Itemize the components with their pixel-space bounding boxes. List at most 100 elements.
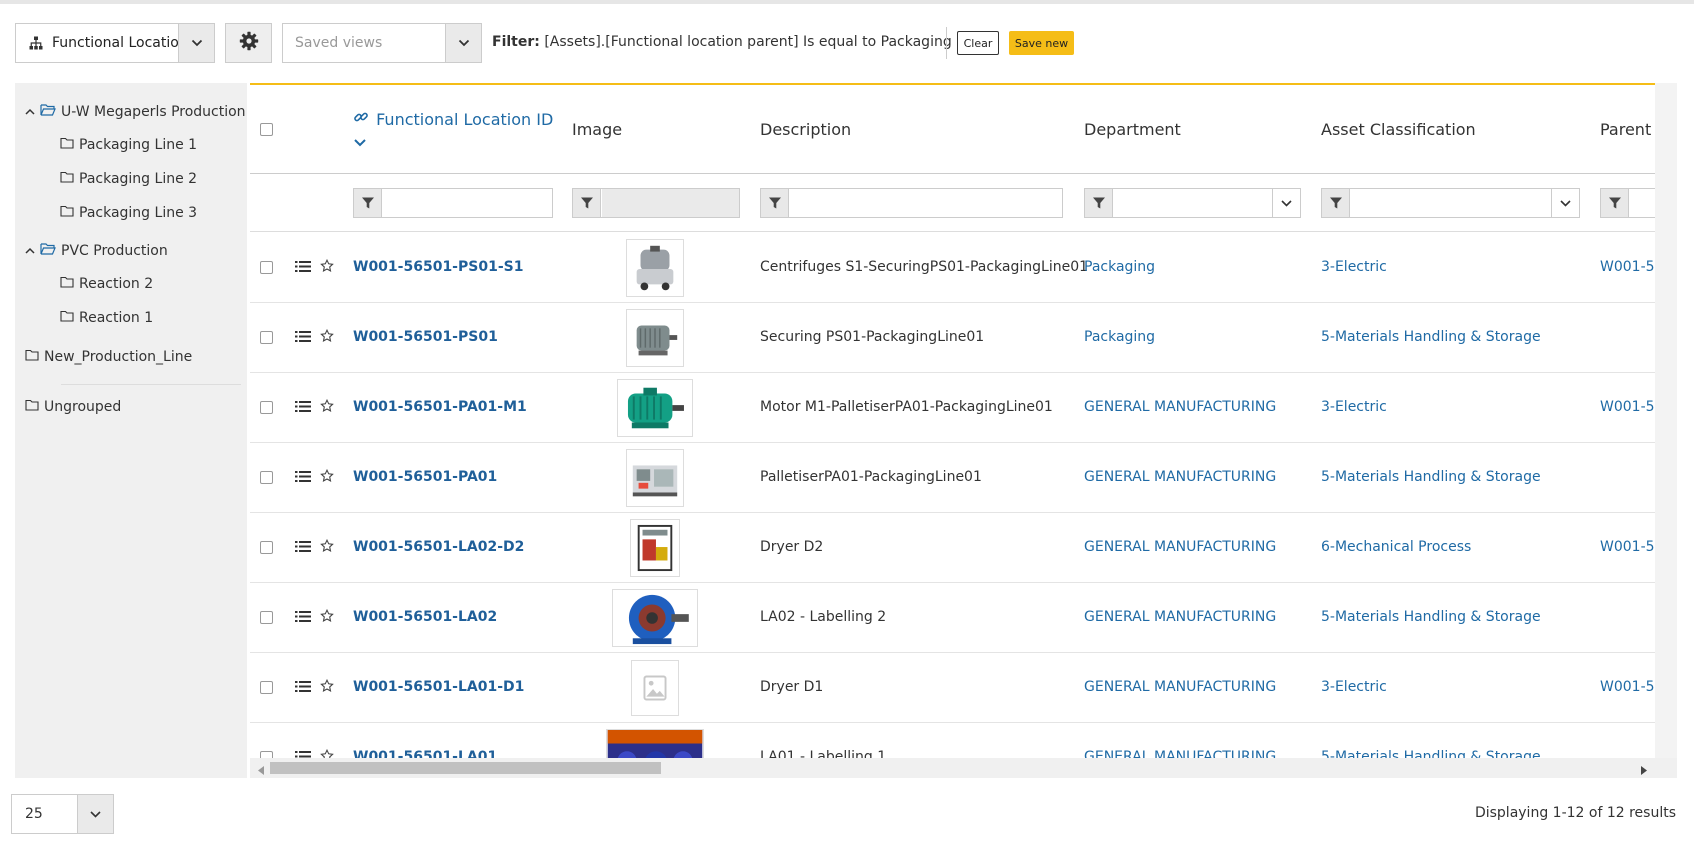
tree-node-reaction-2[interactable]: Reaction 2 [60, 276, 153, 292]
row-checkbox[interactable] [260, 331, 273, 344]
tree-node-new-production-line[interactable]: New_Production_Line [25, 349, 192, 365]
filter-icon[interactable] [573, 189, 601, 217]
tree-node-packaging-line-2[interactable]: Packaging Line 2 [60, 171, 197, 187]
scroll-left-arrow-icon[interactable] [258, 763, 264, 779]
horizontal-scrollbar[interactable] [250, 758, 1677, 778]
filter-icon[interactable] [1322, 189, 1350, 217]
asset-image[interactable] [630, 519, 680, 577]
list-icon[interactable] [295, 260, 311, 277]
column-header-image[interactable]: Image [572, 120, 622, 139]
functional-location-select[interactable]: Functional Location [15, 23, 215, 63]
functional-location-id-filter[interactable] [353, 188, 553, 218]
saved-views-select[interactable]: Saved views [282, 23, 482, 63]
asset-classification-link[interactable]: 5-Materials Handling & Storage [1321, 749, 1541, 758]
tree-node-ungrouped[interactable]: Ungrouped [25, 399, 121, 415]
tree-node-reaction-1[interactable]: Reaction 1 [60, 310, 153, 326]
star-icon[interactable] [320, 258, 334, 277]
asset-image[interactable] [606, 729, 704, 758]
asset-classification-link[interactable]: 3-Electric [1321, 399, 1387, 415]
functional-location-id-link[interactable]: W001-56501-LA01 [353, 749, 497, 758]
chevron-down-icon[interactable] [178, 24, 214, 62]
list-icon[interactable] [295, 540, 311, 557]
parent-link[interactable]: W001-56 [1600, 259, 1655, 275]
asset-image[interactable] [612, 589, 698, 647]
parent-filter[interactable] [1600, 188, 1655, 218]
column-header-department[interactable]: Department [1084, 120, 1181, 139]
department-link[interactable]: GENERAL MANUFACTURING [1084, 609, 1276, 625]
column-header-description[interactable]: Description [760, 120, 851, 139]
functional-location-id-link[interactable]: W001-56501-PS01 [353, 329, 498, 345]
chevron-up-icon[interactable] [25, 243, 35, 259]
list-icon[interactable] [295, 330, 311, 347]
description-filter[interactable] [760, 188, 1063, 218]
list-icon[interactable] [295, 680, 311, 697]
department-link[interactable]: Packaging [1084, 329, 1155, 345]
scroll-right-arrow-icon[interactable] [1641, 763, 1647, 779]
row-checkbox[interactable] [260, 401, 273, 414]
page-size-select[interactable]: 25 [11, 794, 114, 834]
department-link[interactable]: GENERAL MANUFACTURING [1084, 749, 1276, 758]
asset-classification-link[interactable]: 5-Materials Handling & Storage [1321, 329, 1541, 345]
functional-location-id-link[interactable]: W001-56501-LA02 [353, 609, 497, 625]
row-checkbox[interactable] [260, 611, 273, 624]
save-new-view-button[interactable]: Save new [1009, 31, 1074, 55]
asset-classification-link[interactable]: 6-Mechanical Process [1321, 539, 1471, 555]
chevron-up-icon[interactable] [25, 104, 35, 120]
star-icon[interactable] [320, 328, 334, 347]
star-icon[interactable] [320, 608, 334, 627]
table-row[interactable]: W001-56501-LA02-D2 Dryer D2 GENERAL MANUFA… [250, 513, 1655, 583]
chevron-down-icon[interactable] [445, 24, 481, 62]
functional-location-id-link[interactable]: W001-56501-LA01-D1 [353, 679, 524, 695]
asset-image[interactable] [626, 449, 684, 507]
row-checkbox[interactable] [260, 541, 273, 554]
list-icon[interactable] [295, 750, 311, 758]
asset-classification-link[interactable]: 5-Materials Handling & Storage [1321, 609, 1541, 625]
table-row[interactable]: W001-56501-LA01-D1 Dryer D1 GENERAL MANUFA… [250, 653, 1655, 723]
asset-image[interactable] [631, 660, 679, 716]
select-all-checkbox[interactable] [260, 123, 273, 136]
parent-link[interactable]: W001-56 [1600, 399, 1655, 415]
column-header-parent[interactable]: Parent A [1600, 120, 1655, 139]
row-checkbox[interactable] [260, 471, 273, 484]
asset-classification-link[interactable]: 3-Electric [1321, 679, 1387, 695]
tree-node-pvc-production[interactable]: PVC Production [25, 242, 168, 259]
chevron-down-icon[interactable] [1272, 189, 1300, 217]
star-icon[interactable] [320, 538, 334, 557]
table-row[interactable]: W001-56501-LA02 LA02 - Labelling 2 GENERAL… [250, 583, 1655, 653]
department-link[interactable]: GENERAL MANUFACTURING [1084, 539, 1276, 555]
column-header-asset-classification[interactable]: Asset Classification [1321, 120, 1476, 139]
filter-icon[interactable] [761, 189, 789, 217]
parent-link[interactable]: W001-56 [1600, 679, 1655, 695]
department-link[interactable]: GENERAL MANUFACTURING [1084, 469, 1276, 485]
filter-icon[interactable] [1085, 189, 1113, 217]
column-header-functional-location-id[interactable]: Functional Location ID [353, 109, 553, 152]
chevron-down-icon[interactable] [353, 133, 553, 152]
functional-location-id-link[interactable]: W001-56501-PS01-S1 [353, 259, 523, 275]
settings-button[interactable] [225, 23, 272, 63]
table-row[interactable]: W001-56501-PA01 PalletiserPA01-PackagingL… [250, 443, 1655, 513]
horizontal-scroll-thumb[interactable] [270, 762, 661, 774]
row-checkbox[interactable] [260, 681, 273, 694]
asset-image[interactable] [626, 309, 684, 367]
asset-image[interactable] [626, 239, 684, 297]
star-icon[interactable] [320, 468, 334, 487]
tree-node-packaging-line-3[interactable]: Packaging Line 3 [60, 205, 197, 221]
star-icon[interactable] [320, 398, 334, 417]
asset-classification-filter[interactable] [1321, 188, 1580, 218]
parent-link[interactable]: W001-56 [1600, 539, 1655, 555]
filter-icon[interactable] [1601, 189, 1629, 217]
list-icon[interactable] [295, 400, 311, 417]
filter-icon[interactable] [354, 189, 382, 217]
functional-location-id-link[interactable]: W001-56501-PA01 [353, 469, 497, 485]
asset-image[interactable] [617, 379, 693, 437]
table-row[interactable]: W001-56501-PA01-M1 Motor M1-PalletiserPA0… [250, 373, 1655, 443]
department-filter[interactable] [1084, 188, 1301, 218]
functional-location-id-link[interactable]: W001-56501-LA02-D2 [353, 539, 524, 555]
tree-node-packaging-line-1[interactable]: Packaging Line 1 [60, 137, 197, 153]
asset-classification-link[interactable]: 5-Materials Handling & Storage [1321, 469, 1541, 485]
table-row[interactable]: W001-56501-LA01 LA01 - Labelling 1 GENERAL… [250, 723, 1655, 758]
table-row[interactable]: W001-56501-PS01 Securing PS01-PackagingLi… [250, 303, 1655, 373]
row-checkbox[interactable] [260, 751, 273, 758]
image-filter[interactable] [572, 188, 740, 218]
star-icon[interactable] [320, 678, 334, 697]
